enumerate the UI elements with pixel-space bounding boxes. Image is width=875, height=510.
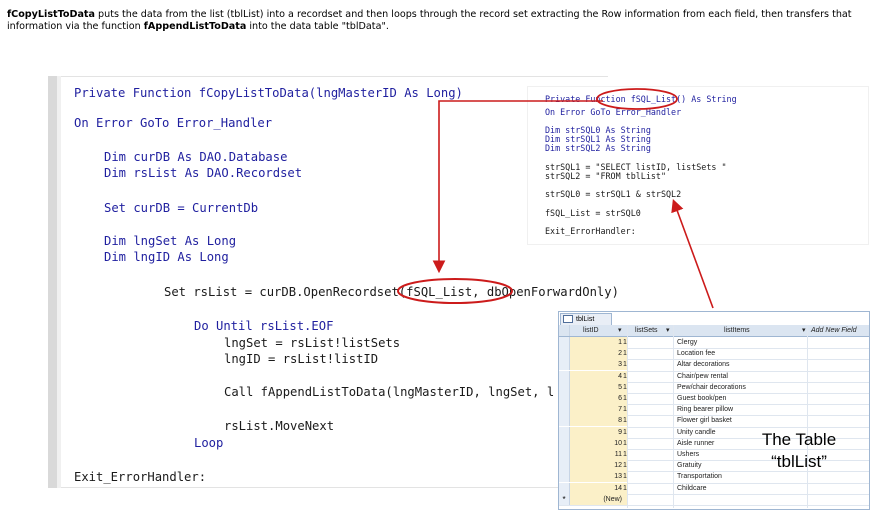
annotation-overlay — [397, 88, 714, 309]
call-to-function-arrow — [432, 100, 603, 274]
fsql-declaration-oval — [596, 88, 678, 110]
table-to-sql-arrow — [671, 198, 714, 309]
fsql-call-oval — [397, 278, 513, 304]
